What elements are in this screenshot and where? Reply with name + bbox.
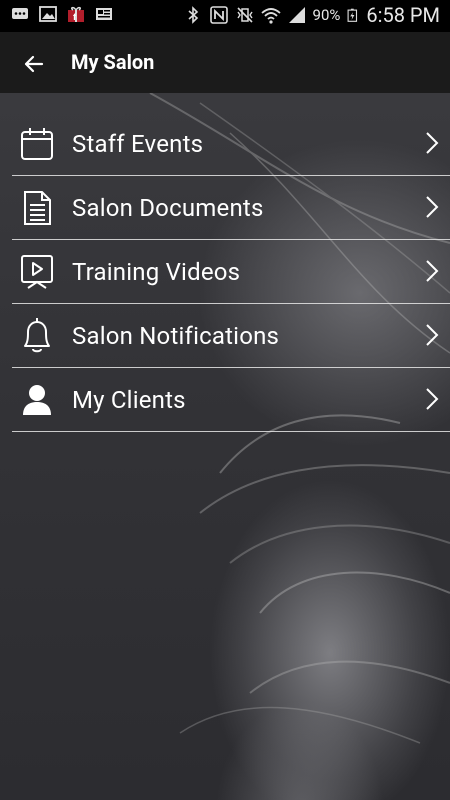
chevron-right-icon xyxy=(426,260,439,282)
app-bar: My Salon xyxy=(0,32,450,93)
signal-icon xyxy=(288,7,305,23)
nfc-icon xyxy=(209,6,228,24)
document-icon xyxy=(20,190,54,225)
menu-item-my-clients[interactable]: My Clients xyxy=(12,368,450,432)
battery-percent: 90% xyxy=(312,6,341,24)
vibrate-mute-icon xyxy=(236,7,253,23)
arrow-left-icon xyxy=(24,55,44,73)
news-icon xyxy=(96,8,112,20)
menu-item-salon-documents[interactable]: Salon Documents xyxy=(12,176,450,240)
status-system: 90% 6:58 PM xyxy=(183,3,440,27)
chevron-right-icon xyxy=(426,132,439,154)
wifi-icon xyxy=(260,8,281,24)
calendar-icon xyxy=(20,127,54,161)
video-play-icon xyxy=(20,254,54,289)
chevron-right-icon xyxy=(426,324,439,346)
battery-charging-icon xyxy=(347,8,358,22)
status-notifications: f xyxy=(10,4,114,24)
page-title: My Salon xyxy=(71,50,155,74)
menu-item-label: Training Videos xyxy=(72,257,241,286)
bluetooth-icon xyxy=(188,6,198,24)
menu-item-label: My Clients xyxy=(72,385,186,414)
message-icon xyxy=(12,8,28,19)
menu-item-training-videos[interactable]: Training Videos xyxy=(12,240,450,304)
menu-item-salon-notifications[interactable]: Salon Notifications xyxy=(12,304,450,368)
chevron-right-icon xyxy=(426,388,439,410)
menu-item-label: Staff Events xyxy=(72,129,204,158)
status-bar: f 90% 6:58 PM xyxy=(0,0,450,32)
salon-menu: Staff Events Salon Documents Training Vi… xyxy=(12,112,450,432)
bell-icon xyxy=(20,317,54,353)
menu-item-label: Salon Documents xyxy=(72,193,264,222)
person-icon xyxy=(20,383,54,417)
menu-item-staff-events[interactable]: Staff Events xyxy=(12,112,450,176)
gift-app-icon: f xyxy=(68,6,84,22)
chevron-right-icon xyxy=(426,196,439,218)
back-button[interactable] xyxy=(16,46,52,82)
clock: 6:58 PM xyxy=(366,3,440,27)
screen: f 90% 6:58 PM My Salon Staff Events Salo… xyxy=(0,0,450,800)
image-icon xyxy=(39,6,57,22)
menu-item-label: Salon Notifications xyxy=(72,321,280,350)
